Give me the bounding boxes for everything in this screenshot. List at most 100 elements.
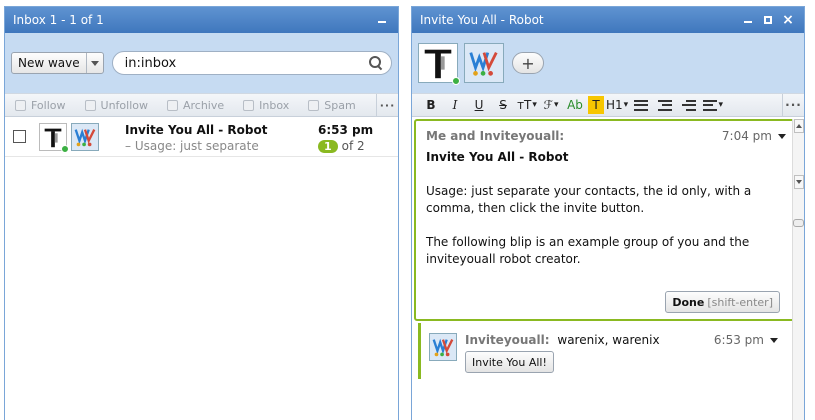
close-icon: ×: [782, 12, 794, 28]
scroll-up-button[interactable]: [793, 119, 804, 133]
blip-title: Invite You All - Robot: [426, 150, 569, 164]
spam-icon: [308, 99, 320, 111]
align-button[interactable]: ▾: [702, 96, 724, 114]
outdent-icon: [682, 99, 697, 111]
blip-time: 7:04 pm: [721, 129, 772, 143]
highlight-button[interactable]: T: [588, 96, 604, 114]
follow-button[interactable]: Follow: [15, 99, 66, 112]
inbox-more-button[interactable]: ···: [376, 94, 398, 116]
new-wave-button-group: New wave: [11, 52, 104, 74]
avatar: [464, 43, 504, 83]
inbox-button[interactable]: Inbox: [243, 99, 289, 112]
digest-total: of 2: [341, 139, 365, 153]
blip-paragraph: Usage: just separate your contacts, the …: [426, 184, 752, 215]
minimize-button[interactable]: [374, 12, 390, 28]
indent-icon: [658, 99, 673, 111]
follow-label: Follow: [31, 98, 66, 112]
participant-robot[interactable]: [464, 43, 504, 83]
heading-label: H1: [606, 98, 623, 112]
reply-text: warenix, warenix: [557, 333, 660, 347]
blip-body[interactable]: Invite You All - Robot Usage: just separ…: [416, 143, 796, 268]
underline-button[interactable]: U: [468, 96, 490, 114]
reply-menu-icon[interactable]: [770, 337, 778, 343]
reply-header: Inviteyouall: warenix, warenix 6:53 pm: [465, 333, 794, 347]
archive-label: Archive: [182, 98, 225, 112]
align-icon: [703, 99, 718, 111]
avatar: [418, 43, 458, 83]
blip-header: Me and Inviteyouall: 7:04 pm: [416, 121, 796, 143]
minimize-icon: [744, 21, 752, 23]
font-family-label: ℱ: [543, 98, 553, 112]
blip-editor[interactable]: Me and Inviteyouall: 7:04 pm Invite You …: [414, 119, 798, 321]
reply-time: 6:53 pm: [713, 333, 764, 347]
spam-button[interactable]: Spam: [308, 98, 356, 112]
digest-text: Invite You All - Robot – Usage: just sep…: [125, 123, 318, 153]
done-button[interactable]: Done [shift-enter]: [665, 291, 780, 313]
new-wave-button[interactable]: New wave: [12, 53, 87, 73]
maximize-icon: [764, 16, 772, 24]
online-status-icon: [452, 77, 460, 85]
participants-bar: +: [412, 33, 804, 93]
blip-author: Me and Inviteyouall:: [426, 129, 565, 143]
maximize-button[interactable]: [760, 12, 776, 28]
digest-meta: 6:53 pm 1 of 2: [318, 123, 398, 153]
digest-count: 1 of 2: [318, 139, 398, 153]
wave-digest-row[interactable]: Invite You All - Robot – Usage: just sep…: [5, 117, 398, 157]
blip-menu-icon[interactable]: [778, 133, 786, 139]
inbox-action-bar: Follow Unfollow Archive Inbox Spam ···: [5, 93, 398, 117]
reply-content: Inviteyouall: warenix, warenix 6:53 pm I…: [465, 333, 794, 379]
strikethrough-button[interactable]: S: [492, 96, 514, 114]
format-toolbar: B I U S тT ▾ ℱ ▾ Ab T H1 ▾ ▾ ···: [412, 93, 804, 117]
archive-button[interactable]: Archive: [166, 98, 225, 112]
avatar: [71, 123, 99, 151]
scroll-down-button[interactable]: [793, 175, 804, 189]
font-family-button[interactable]: ℱ ▾: [540, 96, 562, 114]
chevron-down-icon: ▾: [553, 100, 559, 110]
close-button[interactable]: ×: [780, 12, 796, 28]
font-size-button[interactable]: тT ▾: [516, 96, 538, 114]
search-icon[interactable]: [369, 56, 383, 70]
robot-avatar-image: [71, 123, 99, 151]
unread-badge: 1: [318, 139, 338, 153]
arrow-down-icon: [795, 180, 802, 184]
search-input[interactable]: [124, 55, 369, 71]
text-color-button[interactable]: Ab: [564, 96, 586, 114]
reply-blip[interactable]: Inviteyouall: warenix, warenix 6:53 pm I…: [418, 323, 794, 379]
bullet-list-icon: [634, 99, 649, 111]
digest-checkbox[interactable]: [13, 130, 26, 143]
indent-button[interactable]: [654, 96, 676, 114]
italic-button[interactable]: I: [444, 96, 466, 114]
scroll-thumb[interactable]: [793, 219, 804, 227]
search-box: [111, 51, 392, 75]
chevron-down-icon: ▾: [623, 100, 629, 110]
online-status-icon: [61, 145, 69, 153]
follow-icon: [15, 99, 26, 111]
unfollow-button[interactable]: Unfollow: [84, 99, 148, 112]
wave-titlebar: Invite You All - Robot ×: [412, 7, 804, 33]
digest-snippet: – Usage: just separate: [125, 139, 259, 153]
robot-logo-icon: [430, 334, 456, 360]
font-size-label: тT: [517, 98, 532, 112]
new-wave-dropdown[interactable]: [87, 53, 103, 73]
add-participant-button[interactable]: +: [512, 52, 544, 74]
participant-user[interactable]: [418, 43, 460, 85]
chevron-down-icon: ▾: [718, 100, 723, 110]
bold-button[interactable]: B: [420, 96, 442, 114]
minimize-button[interactable]: [740, 12, 756, 28]
spam-label: Spam: [324, 98, 356, 112]
robot-logo-icon: [72, 124, 98, 150]
blip-time-area: 7:04 pm: [722, 129, 786, 143]
avatar: [429, 333, 457, 361]
done-hint: [shift-enter]: [707, 295, 773, 309]
digest-time: 6:53 pm: [318, 123, 374, 137]
wave-title: Invite You All - Robot: [420, 13, 544, 27]
user-figure-icon: [419, 44, 457, 82]
inbox-panel: Inbox 1 - 1 of 1 New wave Follow Unfollo…: [4, 6, 399, 420]
bullet-list-button[interactable]: [630, 96, 652, 114]
toolbar-more-button[interactable]: ···: [782, 94, 804, 116]
done-label: Done: [672, 295, 705, 309]
outdent-button[interactable]: [678, 96, 700, 114]
heading-button[interactable]: H1 ▾: [606, 96, 628, 114]
invite-you-all-button[interactable]: Invite You All!: [465, 351, 554, 373]
chevron-down-icon: [90, 60, 99, 66]
